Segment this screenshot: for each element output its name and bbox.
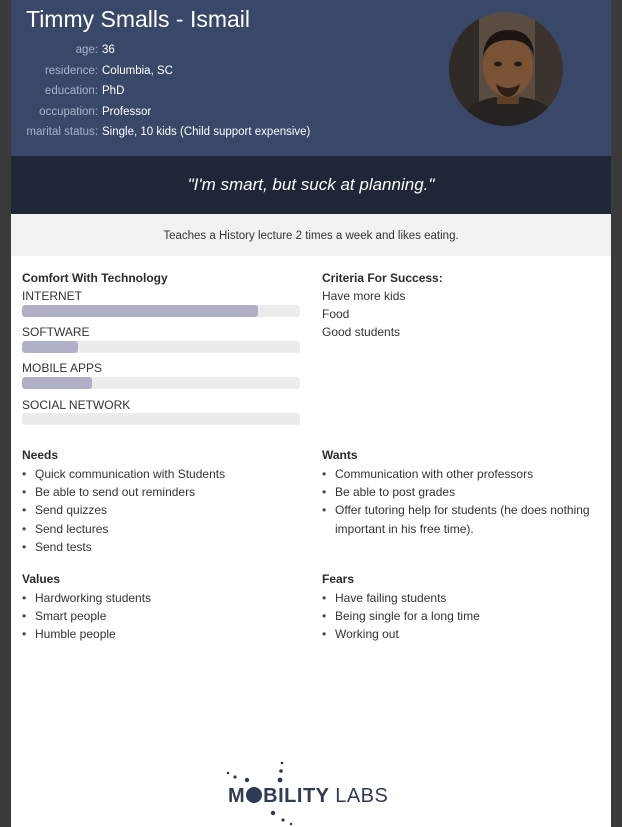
logo-text-bility: BILITY bbox=[263, 785, 330, 807]
needs-heading: Needs bbox=[22, 448, 59, 462]
info-label: marital status: bbox=[26, 126, 98, 138]
list-item: Hardworking students bbox=[22, 589, 302, 607]
list-item: Send tests bbox=[22, 538, 302, 556]
info-row-age: age: 36 bbox=[11, 40, 310, 61]
info-row-education: education: PhD bbox=[11, 81, 310, 102]
technology-heading: Comfort With Technology bbox=[22, 271, 168, 285]
tech-label-social-network: SOCIAL NETWORK bbox=[22, 398, 131, 412]
list-item: Working out bbox=[322, 625, 600, 643]
logo-wordmark: M BILITY LABS bbox=[228, 785, 388, 808]
info-value: 36 bbox=[102, 44, 115, 56]
info-value: Single, 10 kids (Child support expensive… bbox=[102, 126, 311, 138]
info-row-marital-status: marital status: Single, 10 kids (Child su… bbox=[11, 122, 310, 143]
needs-list: Quick communication with Students Be abl… bbox=[22, 465, 302, 556]
persona-quote: "I'm smart, but suck at planning." bbox=[187, 175, 435, 194]
person-photo-icon bbox=[449, 12, 563, 126]
wants-heading: Wants bbox=[322, 448, 358, 462]
tech-bar-fill bbox=[22, 377, 92, 389]
logo-text-m: M bbox=[228, 785, 246, 807]
info-label: residence: bbox=[44, 64, 98, 77]
info-label: education: bbox=[44, 85, 98, 97]
tech-label-software: SOFTWARE bbox=[22, 325, 90, 339]
logo-text-labs: LABS bbox=[335, 785, 389, 807]
list-item: Be able to send out reminders bbox=[22, 483, 302, 501]
tech-label-mobile-apps: MOBILE APPS bbox=[22, 361, 103, 375]
info-value: Professor bbox=[102, 105, 152, 118]
criteria-heading: Criteria For Success: bbox=[322, 271, 443, 285]
bio-band: Teaches a History lecture 2 times a week… bbox=[11, 214, 611, 256]
list-item: Send quizzes bbox=[22, 501, 302, 519]
avatar bbox=[449, 12, 563, 126]
criteria-list: Have more kids Food Good students bbox=[322, 287, 405, 341]
list-item: Communication with other professors bbox=[322, 465, 600, 483]
info-row-occupation: occupation: Professor bbox=[11, 102, 310, 123]
persona-header: Timmy Smalls - Ismail age: 36 residence: C… bbox=[11, 0, 611, 156]
persona-sheet: Timmy Smalls - Ismail age: 36 residence: C… bbox=[11, 0, 611, 827]
tech-bar-fill bbox=[22, 305, 259, 317]
list-item: Quick communication with Students bbox=[22, 465, 302, 483]
list-item: Good students bbox=[322, 325, 401, 339]
mobility-labs-logo: M BILITY LABS bbox=[211, 758, 411, 827]
list-item: Send lectures bbox=[22, 520, 302, 538]
persona-info: age: 36 residence: Columbia, SC education:… bbox=[11, 40, 310, 143]
list-item: Have more kids bbox=[322, 289, 406, 303]
list-item: Being single for a long time bbox=[322, 607, 600, 625]
tech-bar-social-network bbox=[22, 413, 300, 425]
list-item: Have failing students bbox=[322, 589, 600, 607]
fears-list: Have failing students Being single for a… bbox=[322, 589, 600, 644]
list-item: Offer tutoring help for students (he doe… bbox=[322, 501, 600, 537]
tech-label-internet: INTERNET bbox=[22, 289, 82, 303]
list-item: Be able to post grades bbox=[322, 483, 600, 501]
tech-bar-fill bbox=[22, 341, 78, 353]
persona-name: Timmy Smalls - Ismail bbox=[26, 6, 251, 32]
logo-o-dot-icon bbox=[246, 787, 263, 803]
list-item: Smart people bbox=[22, 607, 302, 625]
tech-bar-internet bbox=[22, 305, 300, 317]
quote-band: "I'm smart, but suck at planning." bbox=[11, 156, 611, 214]
tech-bar-software bbox=[22, 341, 300, 353]
info-row-residence: residence: Columbia, SC bbox=[11, 61, 310, 82]
tech-bar-mobile-apps bbox=[22, 377, 300, 389]
list-item: Food bbox=[322, 307, 350, 321]
info-label: occupation: bbox=[39, 105, 98, 118]
persona-bio: Teaches a History lecture 2 times a week… bbox=[163, 230, 459, 242]
values-heading: Values bbox=[22, 572, 61, 586]
info-value: Columbia, SC bbox=[102, 64, 173, 77]
info-label: age: bbox=[75, 44, 98, 56]
fears-heading: Fears bbox=[322, 572, 355, 586]
list-item: Humble people bbox=[22, 625, 302, 643]
info-value: PhD bbox=[102, 85, 125, 97]
values-list: Hardworking students Smart people Humble… bbox=[22, 589, 302, 644]
wants-list: Communication with other professors Be a… bbox=[322, 465, 600, 538]
